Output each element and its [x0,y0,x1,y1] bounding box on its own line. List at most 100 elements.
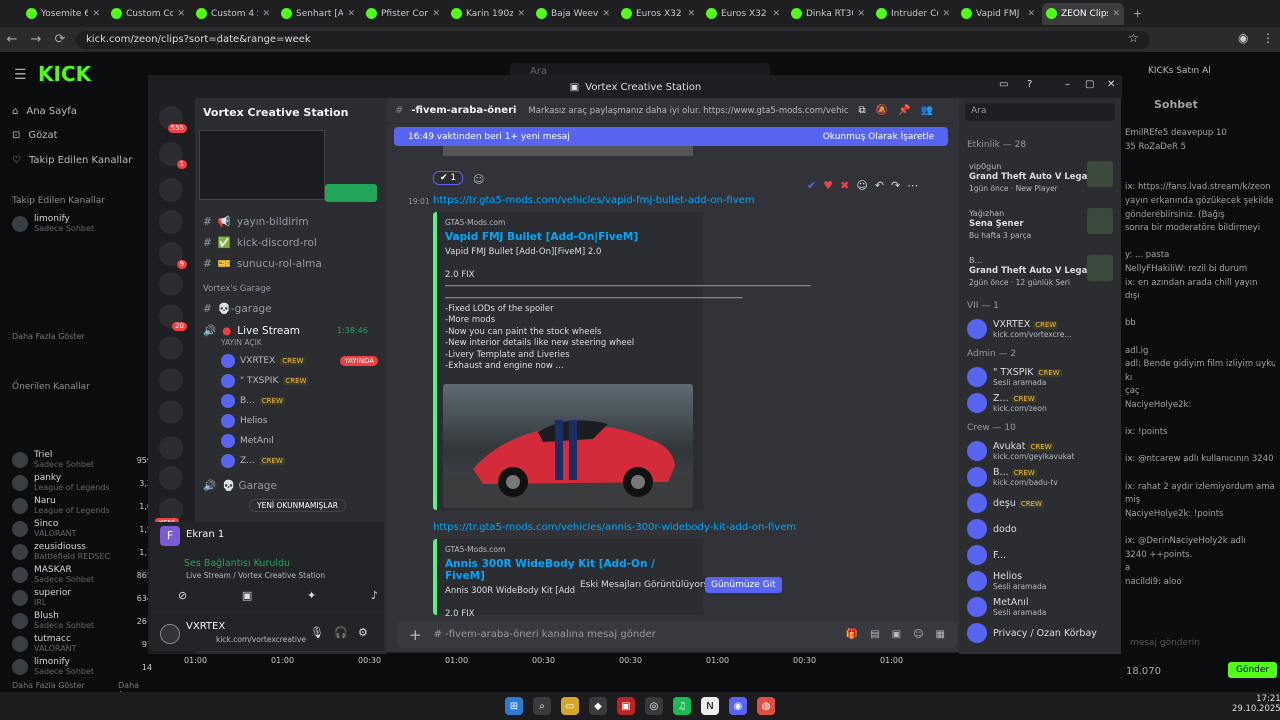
voice-member[interactable]: Helios [221,414,268,428]
hamburger-icon[interactable]: ☰ [14,67,27,83]
share-screen-icon[interactable]: ▣ [242,589,252,602]
voice-member[interactable]: Z... CREW [221,454,285,468]
new-tab-icon[interactable]: + [1133,7,1142,20]
member-row[interactable]: deşu CREW [967,491,1117,515]
followed-channel[interactable]: limonify Sadece Sohbet [12,214,94,234]
camera-off-icon[interactable]: ⊘ [178,589,187,602]
inbox-icon[interactable]: ▭ [999,79,1008,90]
server-icon[interactable] [159,272,183,296]
mark-read-button[interactable]: Okunmuş Olarak İşaretle [823,132,934,142]
browser-tab[interactable]: Custom Co ✕ [107,3,189,25]
member-row[interactable]: F... [967,543,1117,567]
server-icon[interactable] [159,436,183,460]
category-header[interactable]: Vortex's Garage [203,284,271,294]
recommended-channel[interactable]: panky League of Legends 3,2 [12,473,152,493]
tab-close-icon[interactable]: ✕ [517,9,525,19]
voice-channel-live[interactable]: 🔊 ● Live Stream [203,324,300,338]
voice-member[interactable]: B... CREW [221,394,285,408]
browser-tab[interactable]: Euros X32 C✕ [617,3,699,25]
activity-card[interactable]: B... Grand Theft Auto V Legacy 2gün önce ·… [969,255,1114,288]
pin-icon[interactable]: 📌 [898,105,910,116]
new-messages-bar[interactable]: 16:49 vaktinden beri 1+ yeni mesaj Okunm… [394,127,948,146]
voice-member[interactable]: " TXSPIK CREW [221,374,309,388]
minimize-icon[interactable]: – [1065,79,1070,90]
recommended-channel[interactable]: MASKAR Sadece Sohbet 865 [12,565,152,585]
chrome-icon[interactable]: ◍ [757,697,775,715]
back-icon[interactable]: ← [0,32,24,47]
spotify-icon[interactable]: ♫ [673,697,691,715]
member-row[interactable]: " TXSPIK CREW Sesli aramada [967,365,1117,389]
browser-tab[interactable]: Baja Weevil ✕ [532,3,614,25]
server-icon[interactable] [159,336,183,360]
tab-close-icon[interactable]: ✕ [177,9,185,19]
browser-tab[interactable]: Vapid FMJ B ✕ [957,3,1039,25]
tab-close-icon[interactable]: ✕ [772,9,780,19]
member-search[interactable]: Ara [965,103,1115,121]
show-more-link[interactable]: Daha Fazla Göster [12,332,85,341]
unread-pill[interactable]: YENİ OKUNMAMIŞLAR [249,499,346,512]
check-reaction-icon[interactable]: ✔ [807,179,816,196]
reload-icon[interactable]: ⟳ [48,32,72,47]
channel-topic[interactable]: Markasız araç paylaşmanız daha iyi olur.… [528,106,848,116]
server-icon[interactable]: 555 [159,106,187,133]
server-icon[interactable]: 1 [159,142,187,169]
tab-close-icon[interactable]: ✕ [857,9,865,19]
browser-tab[interactable]: Senhart [Ad✕ [277,3,359,25]
kick-logo[interactable]: KICK [38,62,91,86]
member-row[interactable]: VXRTEX CREW kick.com/vortexcre... [967,317,1117,341]
channel-yayin-bildirim[interactable]: # 📢 yayın-bildirim [203,215,309,229]
channel-kick-discord-rol[interactable]: # ✅ kick-discord-rol [203,236,317,250]
recommended-channel[interactable]: superior IRL 634 [12,588,152,608]
bookmark-star-icon[interactable]: ☆ [1128,31,1139,45]
server-icon[interactable] [159,210,183,234]
recommended-channel[interactable]: Triel Sadece Sohbet 959 [12,450,152,470]
tab-close-icon[interactable]: ✕ [687,9,695,19]
message-input[interactable]: + # -fivem-araba-öneri kanalına mesaj gö… [397,621,957,648]
kick-nav-home[interactable]: ⌂ Ana Sayfa [12,106,77,117]
xbox-icon[interactable]: ◎ [645,697,663,715]
recommended-channel[interactable]: Sinco VALORANT 1,5 [12,519,152,539]
activity-card[interactable]: vip0gun Grand Theft Auto V Legacy 1gün önc… [969,161,1114,194]
recommended-channel[interactable]: Blush Sadece Sohbet 267 [12,611,152,631]
emoji-icon[interactable]: ☺ [856,179,867,196]
channel-garage[interactable]: # 💀-garage [203,302,272,316]
notion-icon[interactable]: N [701,697,719,715]
discord-taskbar-icon[interactable]: ◉ [729,697,747,715]
join-stream-button[interactable] [325,184,377,202]
voice-connected[interactable]: Ses Bağlantısı Kuruldu [184,558,290,569]
tab-close-icon[interactable]: ✕ [1112,9,1120,19]
recommended-channel[interactable]: Naru League of Legends 1,6 [12,496,152,516]
maximize-icon[interactable]: ▢ [1085,79,1094,90]
mic-icon[interactable]: 🎙 [310,626,324,639]
soundboard-icon[interactable]: ♪ [371,589,378,602]
recommended-channel[interactable]: limonify Sadece Sohbet 14 [12,657,152,677]
browser-tab[interactable]: Dinka RT30 ✕ [787,3,869,25]
tab-close-icon[interactable]: ✕ [942,9,950,19]
send-button[interactable]: Gönder [1228,662,1278,678]
settings-gear-icon[interactable]: ⚙ [358,626,368,639]
browser-tab[interactable]: Custom 4 S ✕ [192,3,274,25]
browser-tab[interactable]: ZEON Clips ✕ [1042,2,1124,25]
screen-label[interactable]: Ekran 1 [186,529,224,540]
buy-kicks-button[interactable]: KICKs Satın Al [1148,66,1211,76]
members-icon[interactable]: 👥 [921,105,933,116]
browser-tab[interactable]: Euros X32 –✕ [702,3,784,25]
profile-icon[interactable]: ◉ [1238,31,1248,45]
search-icon[interactable]: ⌕ [533,697,551,715]
x-reaction-icon[interactable]: ✖ [840,179,849,196]
kick-nav-following[interactable]: ♡ Takip Edilen Kanallar [12,155,132,166]
browser-tab[interactable]: Karin 190z v✕ [447,3,529,25]
browser-tab[interactable]: Intruder Cu ✕ [872,3,954,25]
url-field[interactable]: kick.com/zeon/clips?sort=date&range=week [76,31,1150,49]
server-icon[interactable]: 9 [159,242,187,269]
plus-icon[interactable]: + [409,626,422,644]
embed-title[interactable]: Vapid FMJ Bullet [Add-On|FiveM] [445,231,695,243]
voice-member[interactable]: MetAnıl [221,434,274,448]
tab-close-icon[interactable]: ✕ [347,9,355,19]
user-avatar[interactable] [160,624,180,644]
server-icon[interactable]: 20 [159,304,187,331]
tab-close-icon[interactable]: ✕ [432,9,440,19]
jump-present-button[interactable]: Günümüze Git [705,577,782,593]
member-row[interactable]: Privacy / Ozan Körbay [967,621,1117,645]
car-image[interactable] [443,384,693,508]
